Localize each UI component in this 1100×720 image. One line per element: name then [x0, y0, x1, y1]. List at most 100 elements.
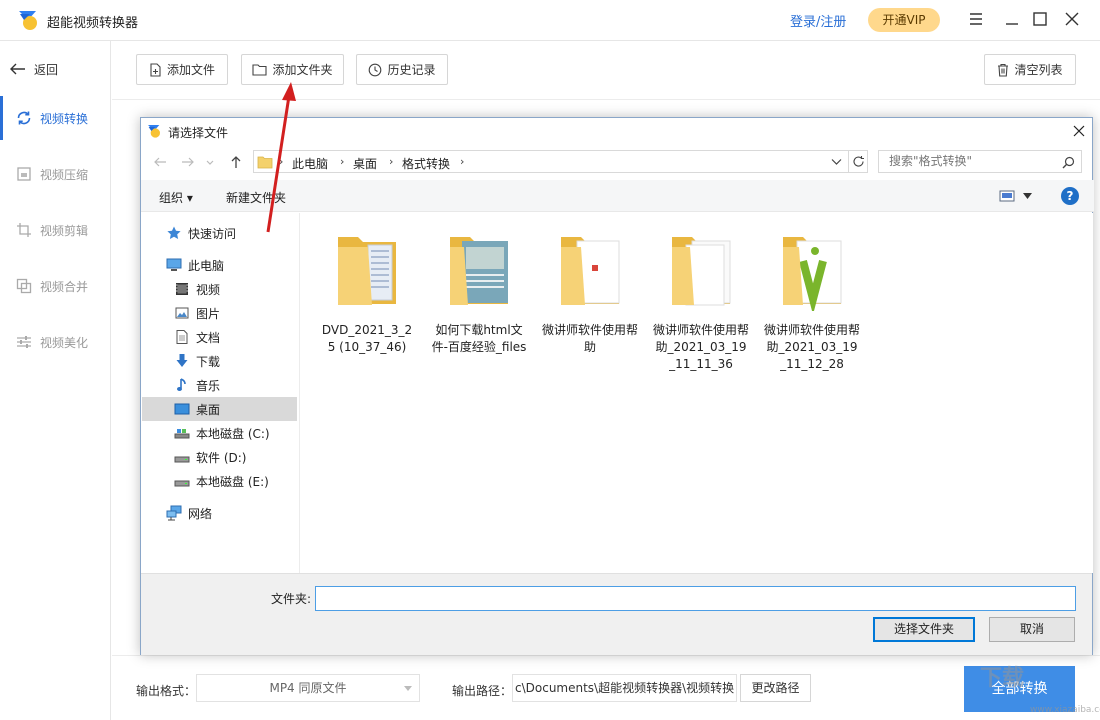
tree-item-label: 软件 (D:) — [196, 450, 247, 465]
folder-icon — [450, 237, 508, 305]
folder-name: DVD_2021_3_25 (10_37_46) — [321, 323, 413, 354]
close-icon[interactable] — [1062, 9, 1082, 29]
new-folder-button[interactable]: 新建文件夹 — [226, 189, 286, 206]
folder-name: 微讲师软件使用帮助 — [542, 323, 639, 354]
add-file-button[interactable]: 添加文件 — [136, 54, 228, 85]
navigation-pane: 快速访问 此电脑 视频 图片 文档 下载 音乐 桌面 本地磁盘 (C:) 软件 … — [142, 213, 300, 573]
folder-item[interactable]: 微讲师软件使用帮助_2021_03_19_11_11_36 — [653, 227, 749, 373]
tree-item-videos[interactable]: 视频 — [142, 277, 297, 301]
folder-name: 微讲师软件使用帮助_2021_03_19_11_12_28 — [764, 323, 861, 371]
sidebar-item-video-beautify[interactable]: 视频美化 — [0, 320, 111, 364]
output-format-select[interactable]: MP4 同原文件 — [196, 674, 420, 702]
menu-icon[interactable] — [966, 9, 986, 29]
chevron-down-icon[interactable] — [1023, 193, 1032, 200]
computer-icon — [166, 257, 182, 273]
video-folder-icon — [174, 281, 190, 297]
toolbar-divider — [112, 99, 1100, 100]
tree-item-label: 视频 — [196, 282, 221, 297]
tree-item-music[interactable]: 音乐 — [142, 373, 297, 397]
tree-item-network[interactable]: 网络 — [142, 501, 297, 525]
tree-item-label: 音乐 — [196, 378, 221, 393]
sidebar-item-video-merge[interactable]: 视频合并 — [0, 264, 111, 308]
dialog-footer: 文件夹: 选择文件夹 取消 — [141, 573, 1092, 655]
folder-icon — [561, 237, 620, 305]
output-format-label: 输出格式： — [136, 684, 197, 698]
recent-chevron-icon[interactable] — [205, 155, 215, 169]
dialog-close-icon[interactable] — [1071, 123, 1087, 139]
tree-item-documents[interactable]: 文档 — [142, 325, 297, 349]
drive-icon — [174, 425, 190, 441]
select-folder-button[interactable]: 选择文件夹 — [873, 617, 975, 642]
output-path-field[interactable]: c\Documents\超能视频转换器\视频转换 — [512, 674, 737, 702]
help-icon[interactable]: ? — [1061, 187, 1079, 205]
compress-icon — [17, 167, 31, 181]
tree-item-label: 桌面 — [196, 402, 221, 417]
folder-item[interactable]: 微讲师软件使用帮助_2021_03_19_11_12_28 — [764, 227, 860, 373]
tree-item-pictures[interactable]: 图片 — [142, 301, 297, 325]
picture-folder-icon — [174, 305, 190, 321]
sidebar-item-video-edit[interactable]: 视频剪辑 — [0, 208, 111, 252]
folder-item[interactable]: 微讲师软件使用帮助 — [542, 227, 638, 356]
search-input[interactable]: 搜索"格式转换" — [878, 150, 1082, 173]
breadcrumb-item[interactable]: 此电脑 — [292, 155, 328, 172]
forward-arrow-icon[interactable] — [181, 155, 195, 169]
folder-name: 微讲师软件使用帮助_2021_03_19_11_11_36 — [653, 323, 750, 371]
folder-label: 文件夹: — [271, 592, 312, 606]
tree-item-drive-c[interactable]: 本地磁盘 (C:) — [142, 421, 297, 445]
tree-item-this-pc[interactable]: 此电脑 — [142, 253, 297, 277]
command-bar: 组织 ▾ 新建文件夹 ? — [141, 180, 1094, 212]
desktop-icon — [174, 401, 190, 417]
tree-item-downloads[interactable]: 下载 — [142, 349, 297, 373]
clear-list-button[interactable]: 清空列表 — [984, 54, 1076, 85]
folder-icon — [257, 156, 273, 169]
change-path-button[interactable]: 更改路径 — [740, 674, 811, 702]
select-file-dialog: 请选择文件 › 此电脑 › 桌面 › 格式转换 › 搜索"格式转换" 组织 ▾ … — [140, 117, 1094, 655]
chevron-down-icon[interactable] — [831, 157, 842, 167]
cancel-button[interactable]: 取消 — [989, 617, 1075, 642]
watermark-logo: 下载 — [980, 665, 1025, 691]
address-divider — [848, 151, 849, 172]
search-icon[interactable] — [1062, 156, 1075, 169]
add-file-icon — [150, 62, 161, 77]
minimize-icon[interactable] — [1002, 9, 1022, 29]
back-arrow-icon[interactable] — [153, 155, 167, 169]
tree-item-quick-access[interactable]: 快速访问 — [142, 221, 297, 245]
folder-icon — [672, 237, 731, 306]
add-folder-label: 添加文件夹 — [272, 63, 333, 77]
maximize-icon[interactable] — [1030, 9, 1050, 29]
tree-item-label: 快速访问 — [188, 226, 237, 241]
chevron-right-icon: › — [460, 155, 465, 168]
tree-item-drive-d[interactable]: 软件 (D:) — [142, 445, 297, 469]
folder-item[interactable]: 如何下载html文件-百度经验_files — [431, 227, 527, 356]
add-folder-button[interactable]: 添加文件夹 — [241, 54, 344, 85]
network-icon — [166, 505, 182, 521]
folder-name-input[interactable] — [315, 586, 1076, 611]
organize-menu[interactable]: 组织 ▾ — [159, 189, 193, 206]
refresh-icon[interactable] — [852, 155, 865, 168]
back-button[interactable]: 返回 — [10, 59, 58, 79]
tree-item-label: 本地磁盘 (E:) — [196, 474, 269, 489]
chevron-right-icon: › — [340, 155, 345, 168]
tree-item-label: 本地磁盘 (C:) — [196, 426, 270, 441]
tree-item-label: 此电脑 — [188, 258, 225, 273]
breadcrumb-item[interactable]: 格式转换 — [402, 155, 450, 172]
sidebar-item-video-compress[interactable]: 视频压缩 — [0, 152, 111, 196]
address-bar[interactable]: › 此电脑 › 桌面 › 格式转换 › — [253, 150, 868, 173]
view-mode-icon[interactable] — [999, 190, 1015, 202]
folder-icon — [252, 64, 268, 76]
drive-icon — [174, 449, 190, 465]
sidebar-item-video-convert[interactable]: 视频转换 — [0, 96, 111, 140]
folder-item[interactable]: DVD_2021_3_25 (10_37_46) — [319, 227, 415, 356]
history-button[interactable]: 历史记录 — [356, 54, 448, 85]
login-register-link[interactable]: 登录/注册 — [790, 11, 846, 30]
tree-item-drive-e[interactable]: 本地磁盘 (E:) — [142, 469, 297, 493]
vip-button[interactable]: 开通VIP — [868, 8, 940, 32]
tree-item-desktop[interactable]: 桌面 — [142, 397, 297, 421]
back-label: 返回 — [34, 62, 59, 77]
drive-icon — [174, 473, 190, 489]
breadcrumb-item[interactable]: 桌面 — [353, 155, 377, 172]
merge-icon — [16, 278, 32, 294]
up-arrow-icon[interactable] — [229, 155, 243, 169]
chevron-right-icon: › — [389, 155, 394, 168]
output-path-label: 输出路径： — [452, 684, 513, 698]
